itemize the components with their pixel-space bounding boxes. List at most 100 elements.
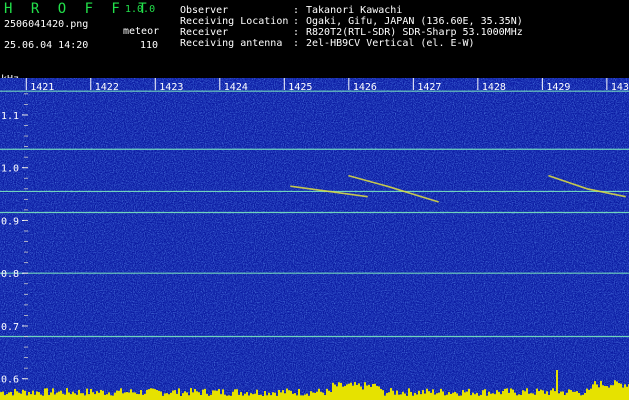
spectrum-bar (152, 388, 154, 400)
info-label-antenna: Receiving antenna (180, 38, 283, 49)
spectrum-bar (560, 391, 562, 400)
spectrum-bar (288, 390, 290, 400)
spectrum-bar (30, 394, 32, 400)
spectrum-bar (498, 392, 500, 400)
spectrum-bar (158, 390, 160, 400)
spectrum-bar (28, 392, 30, 400)
spectrum-bar (496, 390, 498, 400)
spectrum-bar (90, 388, 92, 400)
spectrum-bar (434, 394, 436, 400)
spectrum-bar (294, 393, 296, 400)
spectrum-bar (184, 391, 186, 400)
y-tick-label: 0.6 (1, 375, 19, 386)
spectrum-bar (144, 393, 146, 400)
spectrum-bar (42, 395, 44, 400)
spectrum-bar (512, 389, 514, 400)
spectrum-bar (382, 390, 384, 400)
spectrum-bar (200, 394, 202, 400)
spectrum-bar (610, 385, 612, 400)
spectrum-bar (626, 386, 628, 400)
spectrum-bar (320, 391, 322, 400)
spectrum-bar (70, 394, 72, 400)
spectrum-bar (146, 389, 148, 400)
spectrum-bar (508, 392, 510, 400)
spectrum-bar (312, 392, 314, 400)
spectrum-bar (340, 382, 342, 400)
spectrum-bar (232, 391, 234, 400)
spectrum-bar (196, 391, 198, 400)
spectrum-bar (470, 395, 472, 400)
spectrum-bar (572, 391, 574, 400)
spectrum-bar (540, 389, 542, 400)
spectrum-bar (86, 388, 88, 400)
spectrum-bar (588, 389, 590, 400)
colon: : (293, 5, 300, 16)
spectrum-bar (412, 395, 414, 400)
spectrum-bar (212, 390, 214, 400)
info-value-location: Ogaki, Gifu, JAPAN (136.60E, 35.35N) (306, 16, 523, 27)
spectrum-bar (4, 395, 6, 400)
spectrum-bar (156, 390, 158, 400)
spectrum-bar (180, 395, 182, 400)
spectrum-bar (16, 391, 18, 400)
spectrum-bar (432, 389, 434, 400)
spectrum-bar (274, 392, 276, 400)
spectrum-bar (576, 391, 578, 400)
spectrum-bar (284, 393, 286, 400)
y-tick-label: 0.8 (1, 269, 19, 280)
spectrum-bar (604, 386, 606, 400)
spectrum-bar (112, 395, 114, 400)
info-label-observer: Observer (180, 5, 229, 16)
spectrum-bar (302, 395, 304, 400)
spectrum-bar (14, 388, 16, 400)
spectrum-bar (32, 390, 34, 400)
spectrum-bar (474, 394, 476, 400)
spectrum-bar (12, 395, 14, 400)
spectrum-bar (314, 392, 316, 400)
spectrum-bar (356, 384, 358, 400)
x-tick-label: 1421 (30, 82, 54, 93)
spectrum-bar (6, 394, 8, 400)
info-value-observer: Takanori Kawachi (306, 5, 403, 16)
spectrum-bar (132, 392, 134, 400)
spectrum-bar (514, 392, 516, 400)
spectrum-bar (600, 380, 602, 400)
spectrum-bar (194, 389, 196, 400)
spectrum-bar (100, 389, 102, 400)
spectrum-bar (228, 395, 230, 400)
spectrum-bar (64, 394, 66, 400)
spectrum-bar (206, 393, 208, 400)
spectrum-bar (96, 391, 98, 400)
spectrum-bar (482, 390, 484, 400)
spectrum-bar (218, 389, 220, 400)
info-label-location: Receiving Location (180, 16, 289, 27)
spectrum-bar (454, 391, 456, 400)
spectrum-bar (380, 388, 382, 400)
spectrum-bar (36, 391, 38, 400)
spectrum-bar (480, 394, 482, 400)
spectrum-bar (538, 391, 540, 400)
spectrum-bar (202, 389, 204, 400)
spectrum-bar (578, 392, 580, 400)
spectrum-bar (244, 393, 246, 400)
spectrum-bar (448, 392, 450, 400)
spectrum-bar (476, 392, 478, 400)
spectrum-bar (20, 393, 22, 400)
info-colons: : : : : (293, 5, 299, 49)
spectrum-bar (344, 386, 346, 400)
spectrum-bar (332, 382, 334, 400)
spectrum-bar (376, 385, 378, 400)
spectrum-bar (464, 392, 466, 400)
spectrum-bar (420, 394, 422, 400)
spectrum-bar (116, 390, 118, 400)
spectrum-bar (424, 393, 426, 400)
spectrum-bar (94, 394, 96, 400)
spectrum-bar (58, 391, 60, 400)
spectrum-bar (532, 393, 534, 400)
spectrum-bar (48, 395, 50, 400)
spectrum-bar (130, 389, 132, 400)
file-name: 2506041420.png (4, 19, 89, 30)
spectrum-bar (286, 388, 288, 400)
spectrum-bar (562, 391, 564, 400)
spectrum-bar (526, 388, 528, 400)
